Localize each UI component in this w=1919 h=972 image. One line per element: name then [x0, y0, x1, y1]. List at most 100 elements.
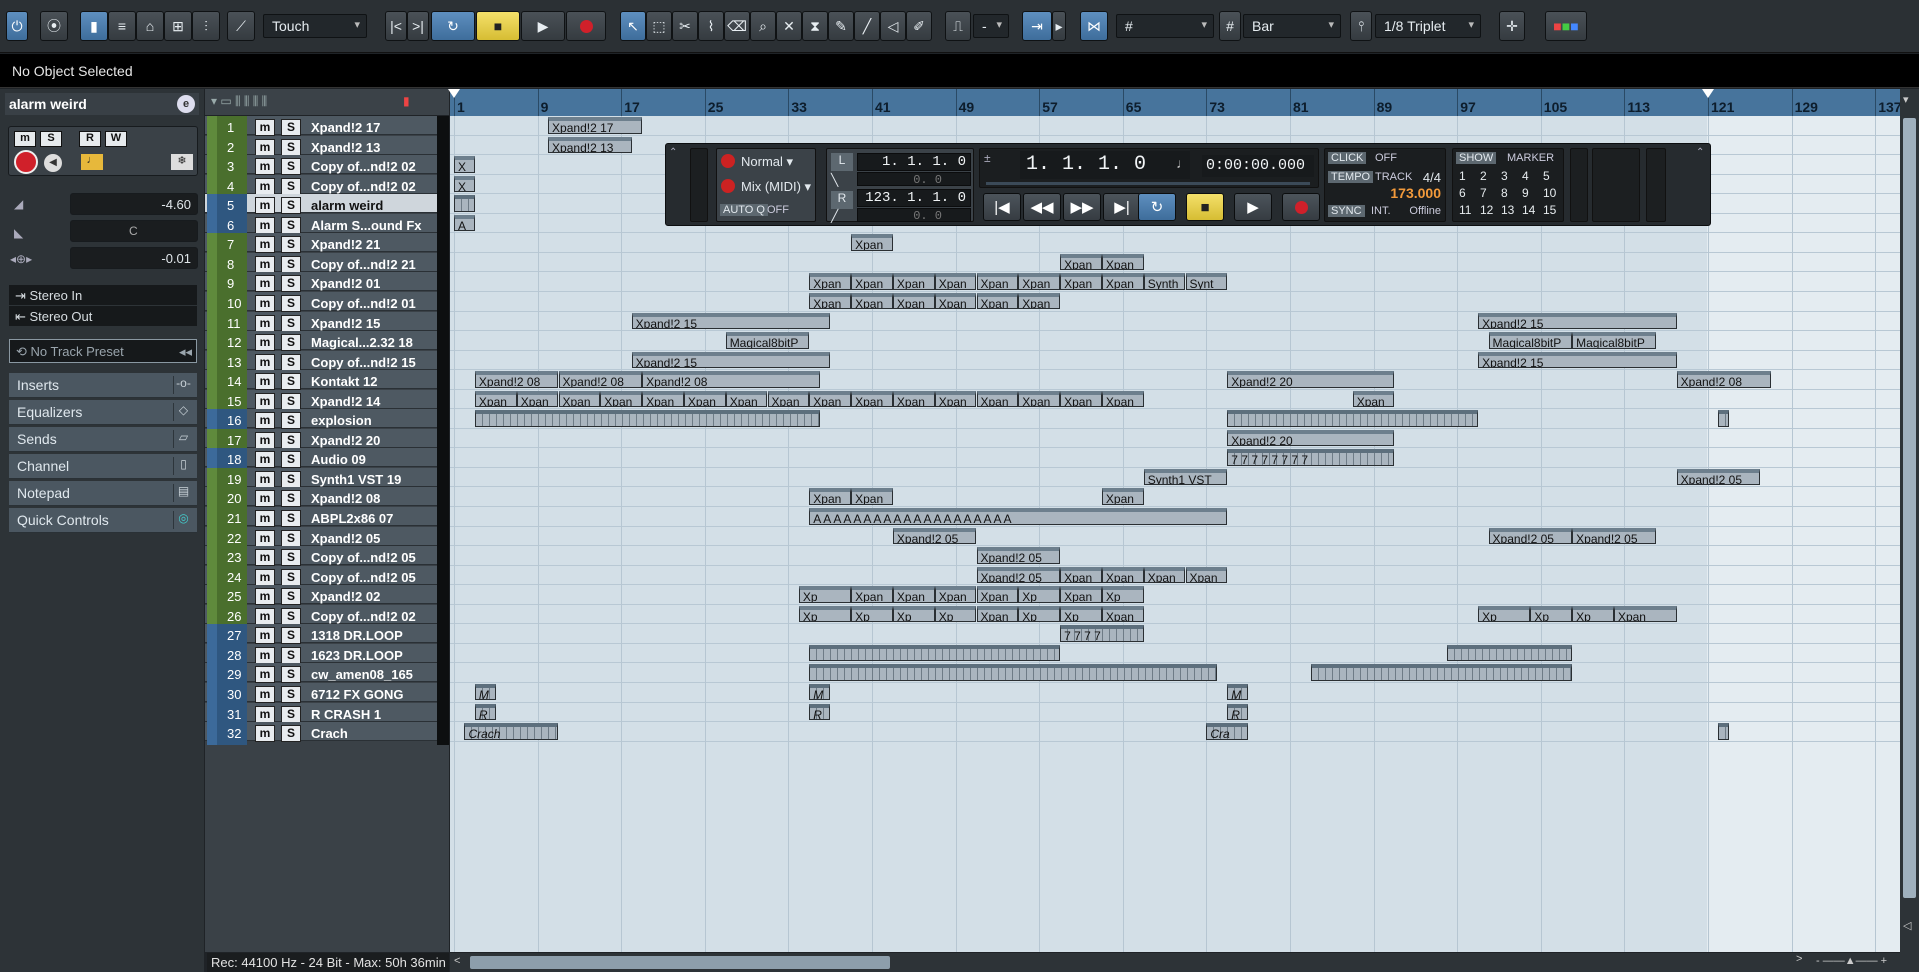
midi-part[interactable]: Xpan: [1018, 292, 1061, 310]
track-mute-button[interactable]: m: [255, 314, 275, 332]
mute-icon[interactable]: ✕: [776, 11, 802, 41]
track-row[interactable]: 3 m S Copy of...nd!2 02: [205, 155, 449, 179]
track-row[interactable]: 14 m S Kontakt 12: [205, 370, 449, 394]
rewind-icon[interactable]: ◀◀: [1023, 193, 1061, 221]
track-mute-button[interactable]: m: [255, 607, 275, 625]
midi-part[interactable]: Xpand!2 08: [558, 371, 643, 388]
track-solo-button[interactable]: S: [281, 529, 301, 547]
track-mute-button[interactable]: m: [255, 627, 275, 645]
midi-part[interactable]: Magical8bitP: [1572, 332, 1656, 349]
midi-part[interactable]: Xpan: [1101, 273, 1144, 290]
midi-part[interactable]: Xpan: [851, 488, 893, 505]
track-solo-button[interactable]: S: [281, 470, 301, 488]
midi-part[interactable]: Xpan: [474, 390, 517, 408]
track-solo-button[interactable]: S: [281, 119, 301, 136]
track-solo-button[interactable]: S: [281, 510, 301, 527]
marker-button[interactable]: 10: [1543, 186, 1556, 200]
auto-scroll-icon[interactable]: ⎍: [945, 11, 971, 41]
midi-part[interactable]: Xp: [798, 586, 852, 603]
constrain-delay-icon[interactable]: ⦿: [40, 11, 68, 41]
midi-part[interactable]: Xpan: [809, 390, 852, 408]
midi-part[interactable]: Xpan: [1060, 566, 1102, 584]
track-mute-button[interactable]: m: [255, 431, 275, 449]
track-solo-button[interactable]: S: [281, 725, 301, 743]
snap-type-icon[interactable]: ⇥: [1022, 11, 1052, 41]
track-mute-button[interactable]: m: [255, 392, 275, 410]
track-row[interactable]: 16 m Sexplosion: [205, 409, 449, 433]
track-solo-button[interactable]: S: [281, 568, 301, 586]
midi-part[interactable]: Xpan: [683, 390, 726, 408]
midi-part[interactable]: Xpan: [851, 273, 893, 290]
left-locator-marker[interactable]: [448, 89, 460, 98]
midi-part[interactable]: Synt: [1185, 273, 1228, 290]
track-mute-button[interactable]: m: [255, 490, 275, 508]
midi-part[interactable]: Synth1 VST: [1143, 468, 1228, 486]
audio-event[interactable]: M: [474, 683, 496, 701]
track-solo-button[interactable]: S: [281, 275, 301, 293]
midi-part[interactable]: Xpan: [1060, 390, 1102, 408]
quantize-select[interactable]: 1/8 Triplet: [1375, 14, 1481, 38]
midi-part[interactable]: Xpan: [558, 390, 601, 408]
secondary-time-display[interactable]: 0:00:00.000: [1202, 155, 1314, 177]
track-mute-button[interactable]: m: [255, 119, 275, 136]
midi-part[interactable]: A: [454, 214, 475, 232]
left-offset-display[interactable]: 0. 0: [857, 172, 971, 187]
marker-button[interactable]: 8: [1501, 186, 1508, 200]
snap-menu-icon[interactable]: ▸: [1052, 11, 1066, 41]
crosshair-icon[interactable]: ✛: [1499, 11, 1525, 41]
midi-part[interactable]: Xpan: [976, 273, 1019, 290]
midi-part[interactable]: Xp: [851, 605, 893, 623]
midi-part[interactable]: Xpan: [851, 390, 893, 408]
sends-bypass-icon[interactable]: ⏥: [173, 430, 193, 448]
project-position-slider[interactable]: [986, 182, 1310, 185]
track-solo-button[interactable]: S: [281, 392, 301, 410]
audio-event[interactable]: 7 7 7 7: [1060, 625, 1144, 642]
nudge-select[interactable]: -: [973, 14, 1009, 38]
midi-part[interactable]: Xp: [1572, 605, 1614, 623]
track-row[interactable]: 32 m S Crach: [205, 722, 449, 746]
freeze-icon[interactable]: ❄: [171, 154, 193, 170]
track-row[interactable]: 24 m S Copy of...nd!2 05: [205, 565, 449, 589]
track-solo-button[interactable]: S: [281, 588, 301, 606]
punch-out-icon[interactable]: ╱: [831, 209, 838, 223]
show-inspector-icon[interactable]: ▮: [80, 11, 108, 41]
midi-part[interactable]: Xpand!2 20: [1227, 371, 1395, 388]
midi-part[interactable]: Xpan: [1613, 605, 1677, 623]
click-button[interactable]: CLICK: [1328, 152, 1367, 164]
track-row[interactable]: 19 m S Synth1 VST 19: [205, 467, 449, 491]
audio-event[interactable]: [1310, 664, 1573, 681]
track-row[interactable]: 8 m S Copy of...nd!2 21: [205, 252, 449, 276]
right-offset-display[interactable]: 0. 0: [857, 208, 971, 223]
midi-part[interactable]: Xpan: [1185, 566, 1228, 584]
left-locator-display[interactable]: 1. 1. 1. 0: [857, 153, 971, 171]
track-row[interactable]: 29 m Scw_amen08_165: [205, 663, 449, 687]
transport-play-icon[interactable]: ▶: [1234, 193, 1272, 221]
marker-button[interactable]: 3: [1501, 169, 1508, 183]
track-solo-button[interactable]: S: [281, 431, 301, 449]
track-solo-button[interactable]: S: [281, 373, 301, 391]
punch-in-icon[interactable]: ╲: [831, 173, 838, 187]
audio-event[interactable]: [454, 195, 475, 212]
tempo-button[interactable]: TEMPO: [1328, 171, 1374, 183]
marker-button[interactable]: 1: [1459, 169, 1466, 183]
midi-part[interactable]: Xpan: [934, 390, 977, 408]
linear-record-icon[interactable]: [721, 154, 735, 168]
track-row[interactable]: 20 m S Xpand!2 08: [205, 487, 449, 511]
auto-quantize-button[interactable]: AUTO Q: [720, 204, 768, 216]
midi-part[interactable]: Xpan: [1101, 605, 1144, 623]
show-info-icon[interactable]: ≡: [108, 11, 136, 41]
ruler[interactable]: 1 9 17 25 33 41 49 57 65 73 81 89 97 105 113 121 129 137: [448, 89, 1902, 116]
midi-part[interactable]: Xpand!2 08: [642, 371, 820, 388]
midi-part[interactable]: Xpand!2 13: [548, 136, 632, 154]
glue-icon[interactable]: ⌇: [698, 11, 724, 41]
track-row[interactable]: 5 m Salarm weird: [205, 194, 449, 218]
transport-stop-icon[interactable]: ■: [1186, 193, 1224, 221]
midi-part[interactable]: Xpan: [1060, 253, 1102, 271]
midi-part[interactable]: Xp: [798, 605, 852, 623]
midi-part[interactable]: Xpand!2 15: [631, 312, 831, 330]
track-solo-button[interactable]: S: [281, 451, 301, 469]
midi-part[interactable]: Xpan: [976, 390, 1019, 408]
fast-forward-icon[interactable]: ▶▶: [1063, 193, 1101, 221]
track-row[interactable]: 23 m S Copy of...nd!2 05: [205, 546, 449, 570]
marker-button[interactable]: 6: [1459, 186, 1466, 200]
